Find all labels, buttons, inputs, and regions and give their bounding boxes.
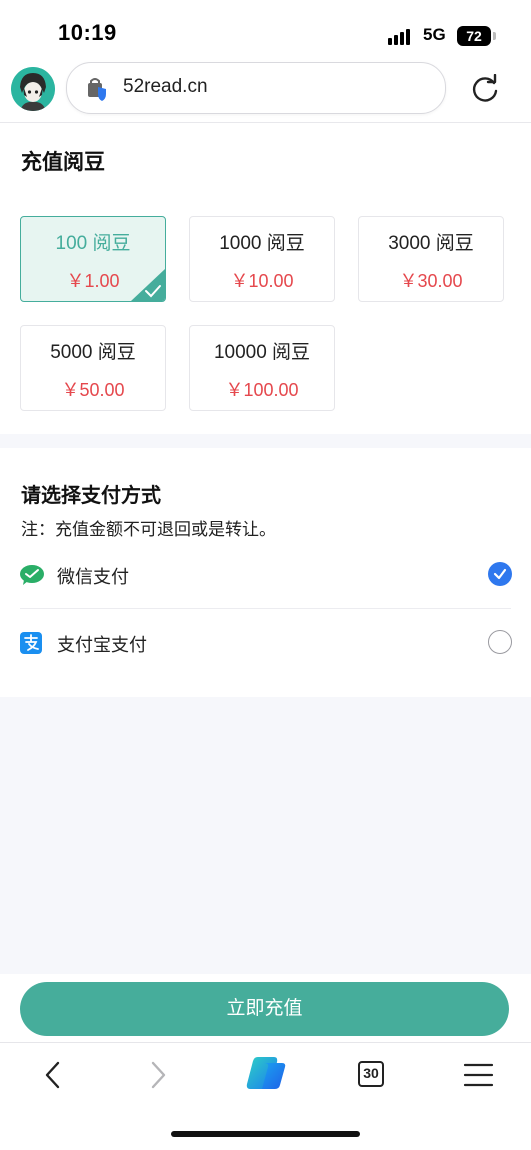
bean-option-3000[interactable]: 3000 阅豆 ￥30.00: [358, 216, 504, 302]
tabs-count-button[interactable]: 30: [358, 1061, 384, 1087]
browser-address-bar: 52read.cn: [0, 62, 531, 123]
payment-option-alipay[interactable]: 支付宝支付: [20, 616, 512, 670]
bean-option-10000[interactable]: 10000 阅豆 ￥100.00: [189, 325, 335, 411]
recharge-title: 充值阅豆: [21, 151, 105, 174]
alipay-icon: [20, 632, 42, 654]
payment-label: 微信支付: [57, 567, 129, 587]
browser-toolbar: 30: [0, 1042, 531, 1150]
back-icon[interactable]: [33, 1057, 73, 1093]
home-indicator: [171, 1131, 360, 1137]
payment-title: 请选择支付方式: [21, 485, 161, 507]
avatar[interactable]: [11, 67, 55, 111]
radio-unchecked-icon[interactable]: [488, 630, 512, 654]
recharge-now-button[interactable]: 立即充值: [20, 982, 509, 1036]
payment-option-wechat[interactable]: 微信支付: [20, 548, 512, 602]
bean-amount: 5000 阅豆: [50, 342, 136, 363]
payment-note: 注：充值金额不可退回或是转让。: [21, 520, 276, 539]
network-type: 5G: [423, 25, 446, 44]
bean-price: ￥50.00: [61, 380, 125, 400]
submit-bar: 立即充值: [0, 974, 531, 1042]
bean-amount: 100 阅豆: [55, 233, 131, 254]
url-field[interactable]: 52read.cn: [66, 62, 446, 114]
battery-tip: [493, 32, 496, 40]
radio-checked-icon[interactable]: [488, 562, 512, 586]
refresh-icon[interactable]: [470, 74, 500, 104]
bean-amount: 3000 阅豆: [388, 233, 474, 254]
bean-option-1000[interactable]: 1000 阅豆 ￥10.00: [189, 216, 335, 302]
url-text: 52read.cn: [123, 76, 208, 97]
battery-icon: 72: [457, 26, 491, 46]
bean-amount: 1000 阅豆: [219, 233, 305, 254]
bean-amount: 10000 阅豆: [213, 342, 311, 363]
payment-section: 请选择支付方式 注：充值金额不可退回或是转让。 微信支付 支付宝支付: [0, 448, 531, 697]
bean-price: ￥30.00: [399, 271, 463, 291]
signal-icon: [388, 27, 416, 45]
bean-option-100[interactable]: 100 阅豆 ￥1.00: [20, 216, 166, 302]
menu-icon[interactable]: [459, 1057, 499, 1093]
bean-price: ￥10.00: [230, 271, 294, 291]
selected-check-icon: [131, 269, 165, 301]
divider: [20, 608, 511, 609]
forward-icon[interactable]: [138, 1057, 178, 1093]
bean-option-5000[interactable]: 5000 阅豆 ￥50.00: [20, 325, 166, 411]
wechat-pay-icon: [20, 565, 44, 585]
payment-label: 支付宝支付: [57, 635, 147, 655]
recharge-section: 充值阅豆 100 阅豆 ￥1.00 1000 阅豆 ￥10.00 3000 阅豆…: [0, 123, 531, 434]
status-time: 10:19: [58, 20, 117, 45]
status-bar: 10:19 5G 72: [0, 0, 531, 64]
site-shield-icon: [88, 78, 106, 101]
bean-price: ￥100.00: [225, 380, 299, 400]
copilot-icon[interactable]: [244, 1053, 288, 1093]
